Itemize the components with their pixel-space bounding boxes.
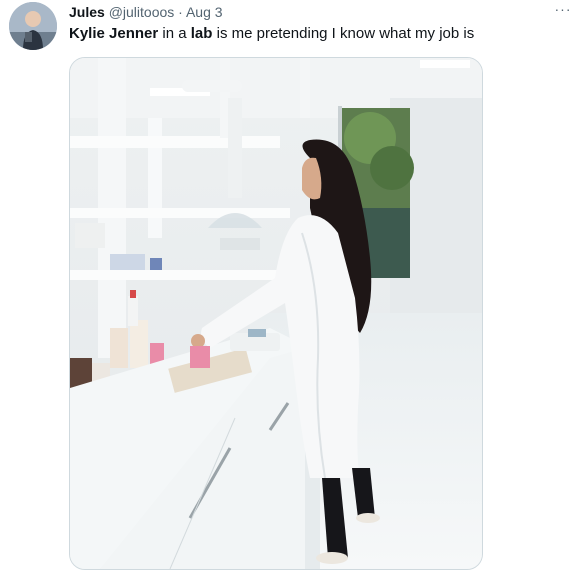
tweet[interactable]: Jules @julitooos · Aug 3 ··· Kylie Jenne… bbox=[0, 0, 585, 575]
author-name[interactable]: Jules bbox=[69, 4, 105, 20]
tweet-date[interactable]: Aug 3 bbox=[186, 4, 223, 20]
tweet-text-part: lab bbox=[190, 25, 213, 42]
avatar[interactable] bbox=[9, 2, 57, 50]
tweet-text-part: is me pretending I know what my job is bbox=[212, 25, 475, 42]
tweet-text-part: Kylie Jenner bbox=[69, 25, 159, 42]
avatar-image bbox=[9, 2, 57, 50]
header-separator: · bbox=[178, 4, 183, 20]
lab-photo bbox=[70, 58, 482, 569]
tweet-text: Kylie Jenner in a lab is me pretending I… bbox=[69, 24, 573, 44]
tweet-header: Jules @julitooos · Aug 3 bbox=[69, 3, 545, 21]
tweet-media-photo[interactable] bbox=[69, 57, 483, 570]
more-options-button[interactable]: ··· bbox=[553, 2, 573, 18]
tweet-text-part: in a bbox=[158, 25, 191, 42]
author-handle[interactable]: @julitooos bbox=[109, 4, 175, 20]
more-horizontal-icon: ··· bbox=[554, 1, 572, 17]
